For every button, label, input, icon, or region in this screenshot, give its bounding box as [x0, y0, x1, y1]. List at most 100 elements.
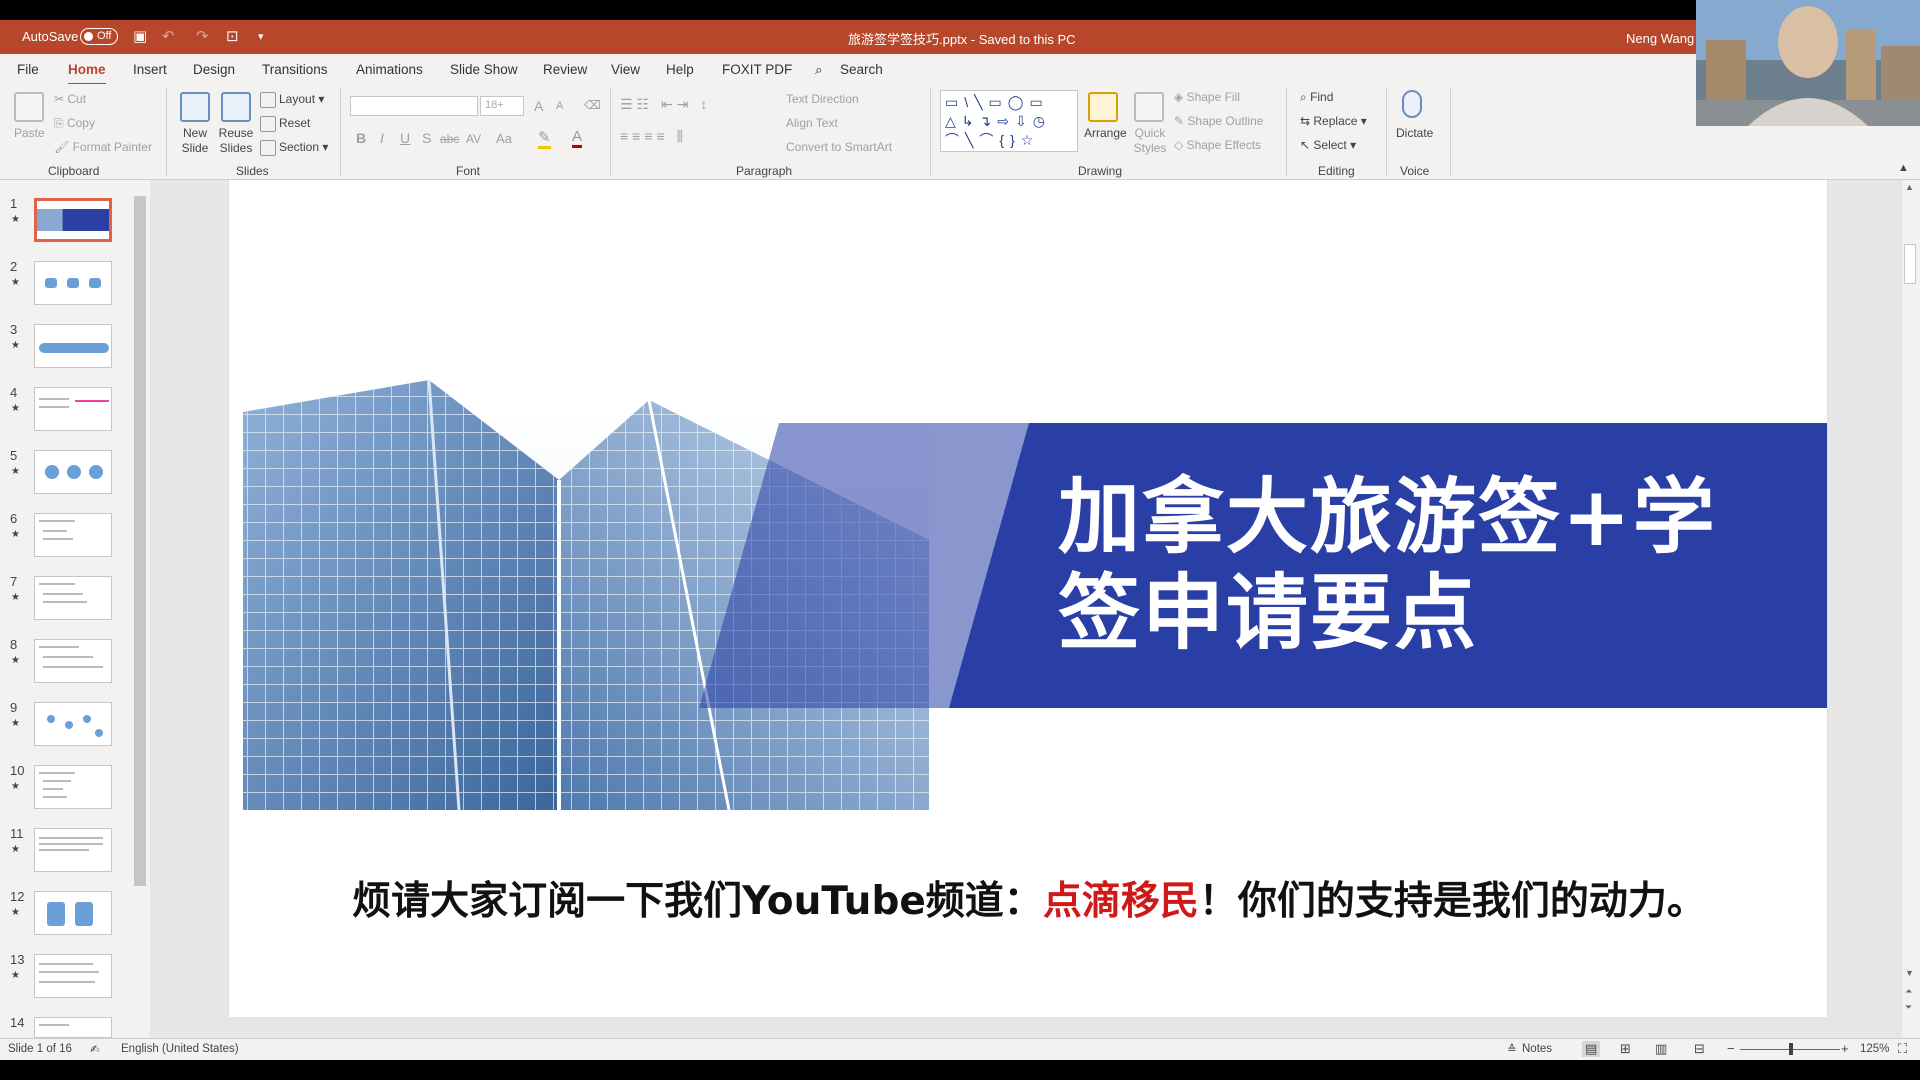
zoom-level[interactable]: 125% [1860, 1043, 1889, 1055]
align-text-button[interactable]: Align Text [786, 116, 838, 130]
find-button[interactable]: ⌕ Find [1300, 90, 1333, 105]
zoom-out-icon[interactable]: − [1727, 1041, 1735, 1056]
previous-slide-icon[interactable]: ⏶ [1905, 986, 1912, 997]
slide-title[interactable]: 加拿大旅游签+学 签申请要点 [1058, 470, 1758, 662]
tab-home[interactable]: Home [68, 62, 106, 86]
reuse-slides-button[interactable]: Reuse Slides [218, 126, 254, 156]
underline-button[interactable]: U [400, 130, 410, 146]
font-size-field[interactable]: 18+ [480, 96, 524, 116]
notes-icon[interactable]: ≙ [1507, 1042, 1517, 1056]
editor-scrollbar[interactable]: ▲ ▼ ⏶ ⏷ [1902, 180, 1918, 1038]
convert-smartart-button[interactable]: Convert to SmartArt [786, 140, 892, 154]
font-name-field[interactable] [350, 96, 478, 116]
paste-button[interactable]: Paste [14, 126, 45, 140]
tab-foxit-pdf[interactable]: FOXIT PDF [722, 62, 792, 77]
change-case-button[interactable]: Aa [496, 131, 512, 146]
tab-view[interactable]: View [611, 62, 640, 77]
shapes-gallery[interactable]: ▭\╲▭◯▭ △↳↴⇨⇩◷ ⌒╲⌒{}☆ [940, 90, 1078, 152]
reset-button[interactable]: Reset [260, 116, 310, 132]
bold-button[interactable]: B [356, 130, 366, 146]
quick-styles-button[interactable]: Quick Styles [1132, 126, 1168, 156]
cut-button[interactable]: ✂ Cut [54, 92, 86, 106]
collapse-ribbon-icon[interactable]: ▲ [1898, 162, 1909, 174]
slide-thumbnail[interactable] [34, 324, 112, 368]
slide-thumbnail[interactable] [34, 891, 112, 935]
language-indicator[interactable]: English (United States) [121, 1043, 239, 1055]
shadow-button[interactable]: S [422, 130, 431, 146]
select-button[interactable]: ↖ Select ▾ [1300, 138, 1356, 152]
font-color-icon[interactable]: A [572, 128, 583, 148]
autosave-toggle[interactable]: Off [80, 28, 118, 45]
arrange-icon[interactable] [1088, 92, 1118, 122]
strikethrough-button[interactable]: abc [440, 132, 459, 146]
text-direction-button[interactable]: Text Direction [786, 92, 859, 106]
slide-thumbnail[interactable] [34, 576, 112, 620]
customize-qat-icon[interactable]: ▾ [258, 30, 264, 43]
spelling-icon[interactable]: ✍ [90, 1042, 100, 1056]
shape-fill-button[interactable]: ◈ Shape Fill [1174, 90, 1240, 104]
shape-effects-button[interactable]: ◇ Shape Effects [1174, 138, 1261, 152]
user-name[interactable]: Neng Wang [1626, 31, 1694, 46]
format-painter-button[interactable]: 🖌 Format Painter [54, 140, 152, 154]
tab-file[interactable]: File [17, 62, 39, 77]
slide-thumbnail[interactable] [34, 828, 112, 872]
paste-icon[interactable] [14, 92, 44, 122]
section-button[interactable]: Section ▾ [260, 140, 328, 156]
slide-show-icon[interactable]: ⊟ [1694, 1041, 1705, 1057]
next-slide-icon[interactable]: ⏷ [1905, 1002, 1912, 1013]
tab-design[interactable]: Design [193, 62, 235, 77]
alignment-icons[interactable]: ≡≡≡≡ ⫼ [620, 128, 687, 145]
slide-thumbnail[interactable] [34, 261, 112, 305]
slide-thumbnail[interactable] [34, 513, 112, 557]
slide-thumbnail[interactable] [34, 765, 112, 809]
tab-review[interactable]: Review [543, 62, 587, 77]
slide-thumbnail[interactable] [34, 387, 112, 431]
tab-insert[interactable]: Insert [133, 62, 167, 77]
tab-help[interactable]: Help [666, 62, 694, 77]
slide-sorter-icon[interactable]: ⊞ [1620, 1041, 1631, 1057]
arrange-button[interactable]: Arrange [1084, 126, 1127, 140]
notes-button[interactable]: Notes [1522, 1043, 1552, 1055]
scrollbar-thumb[interactable] [134, 196, 146, 886]
list-buttons-icon[interactable]: ☰☷ ⇤⇥ ↕ [620, 96, 711, 113]
slide-canvas[interactable]: 加拿大旅游签+学 签申请要点 烦请大家订阅一下我们YouTube频道：点滴移民！… [228, 180, 1828, 1017]
character-spacing-button[interactable]: AV [466, 132, 481, 146]
zoom-in-icon[interactable]: + [1841, 1041, 1849, 1056]
slide-subtitle[interactable]: 烦请大家订阅一下我们YouTube频道：点滴移民！你们的支持是我们的动力。 [229, 870, 1827, 926]
slide-thumbnail[interactable] [34, 954, 112, 998]
reuse-slides-icon[interactable] [221, 92, 251, 122]
highlight-color-icon[interactable]: ✎ [538, 128, 551, 149]
present-icon[interactable]: ⊡ [226, 27, 239, 45]
fit-to-window-icon[interactable]: ⛶ [1898, 1041, 1907, 1057]
replace-button[interactable]: ⇆ Replace ▾ [1300, 114, 1367, 128]
new-slide-button[interactable]: New Slide [178, 126, 212, 156]
normal-view-icon[interactable]: ▤ [1582, 1041, 1601, 1057]
slide-thumbnail[interactable] [34, 198, 112, 242]
zoom-slider-thumb[interactable] [1789, 1043, 1793, 1055]
tab-slide-show[interactable]: Slide Show [450, 62, 518, 77]
clear-formatting-icon[interactable]: ⌫ [584, 98, 601, 112]
scroll-down-icon[interactable]: ▼ [1905, 968, 1914, 978]
slide-thumbnail[interactable] [34, 702, 112, 746]
shape-outline-button[interactable]: ✎ Shape Outline [1174, 114, 1263, 128]
thumbnail-scrollbar[interactable] [132, 182, 148, 1036]
dictate-button[interactable]: Dictate [1396, 126, 1433, 140]
reading-view-icon[interactable]: ▥ [1655, 1041, 1667, 1057]
shrink-font-button[interactable]: A [556, 100, 563, 112]
redo-icon[interactable]: ↷ [196, 27, 209, 45]
new-slide-icon[interactable] [180, 92, 210, 122]
grow-font-button[interactable]: A [534, 98, 543, 114]
slide-thumbnail[interactable] [34, 639, 112, 683]
search-box[interactable]: Search [840, 62, 883, 77]
slide-thumbnail[interactable] [34, 1017, 112, 1038]
scrollbar-thumb[interactable] [1904, 244, 1916, 284]
copy-button[interactable]: ⎘ Copy [54, 116, 95, 131]
slide-thumbnail[interactable] [34, 450, 112, 494]
search-icon[interactable]: ⌕ [815, 62, 823, 78]
quick-styles-icon[interactable] [1134, 92, 1164, 122]
undo-icon[interactable]: ↶ [162, 27, 175, 45]
tab-transitions[interactable]: Transitions [262, 62, 328, 77]
save-icon[interactable]: ▣ [133, 27, 147, 45]
tab-animations[interactable]: Animations [356, 62, 423, 77]
microphone-icon[interactable] [1402, 90, 1422, 118]
